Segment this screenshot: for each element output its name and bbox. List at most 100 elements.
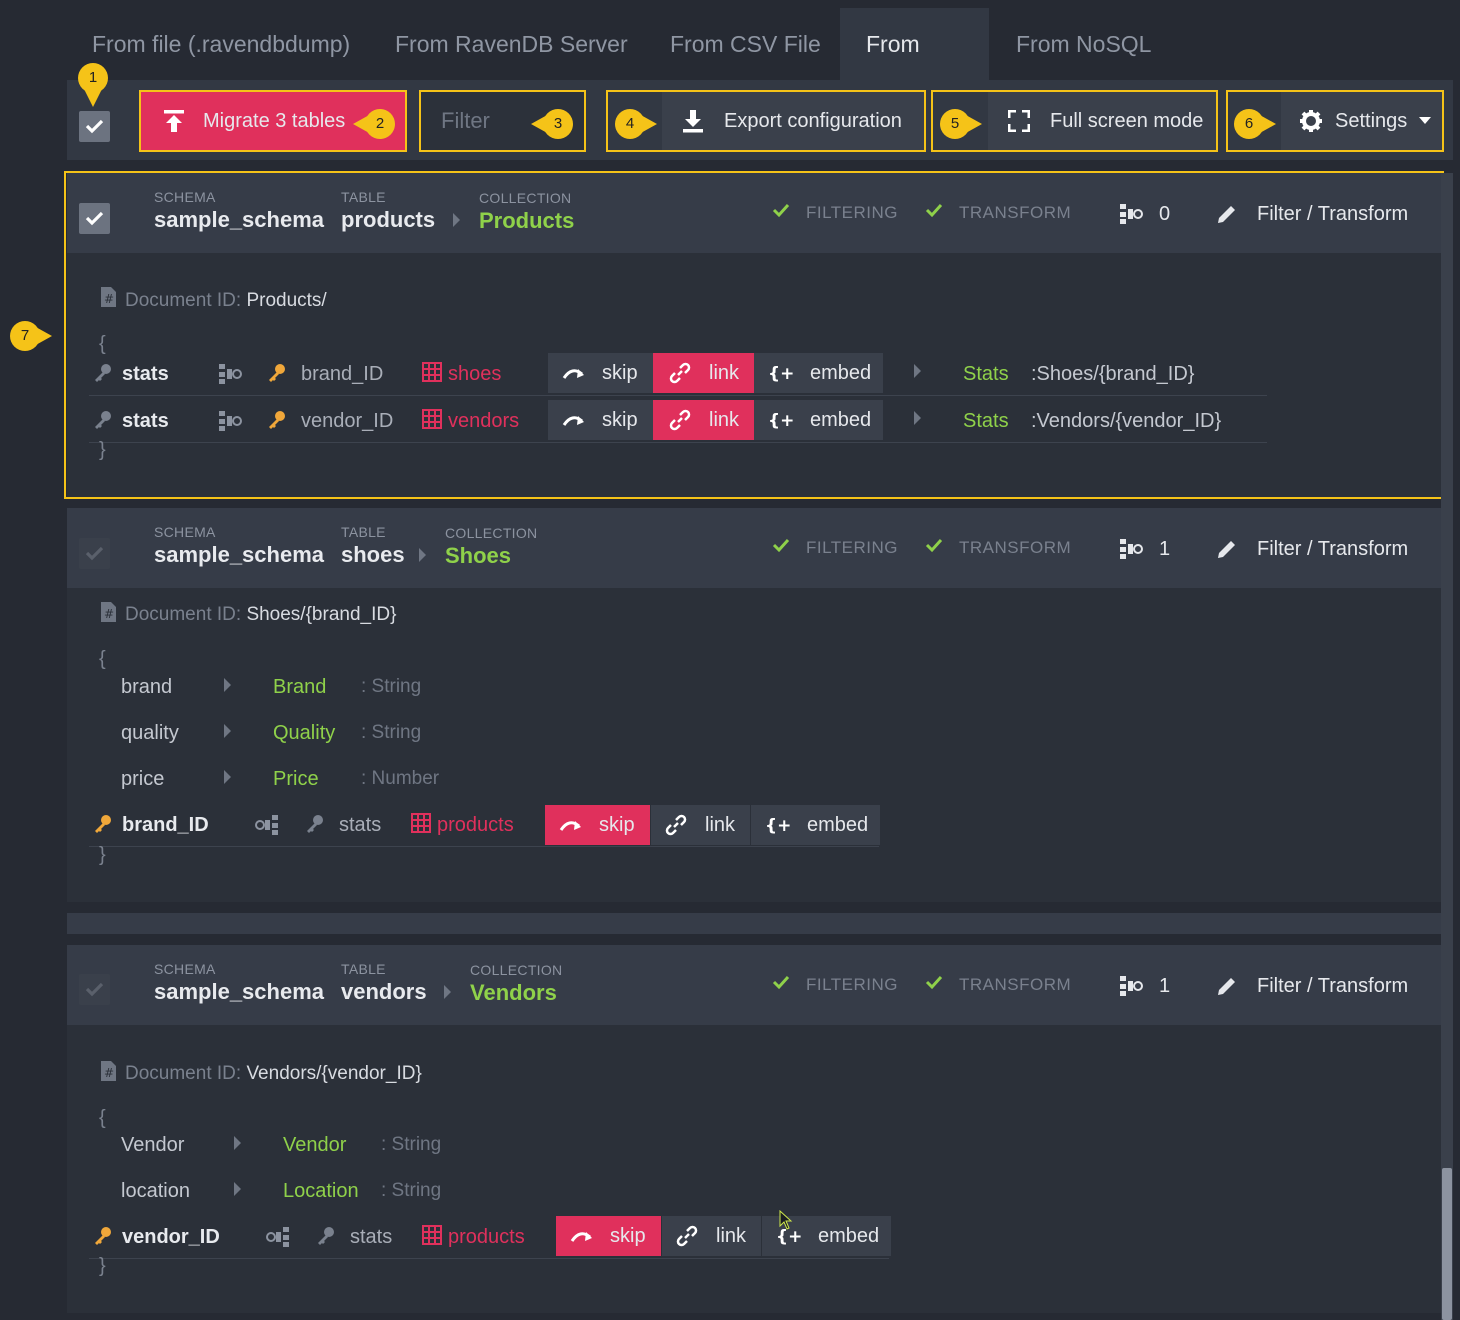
table-checkbox[interactable]: [79, 538, 110, 569]
skip-label: skip: [602, 361, 638, 384]
marker-4: 4: [615, 109, 657, 139]
svg-text:{+}: {+}: [768, 411, 794, 430]
link-button[interactable]: link: [651, 805, 750, 845]
filter-transform-button[interactable]: Filter / Transform: [1257, 975, 1408, 998]
field-property[interactable]: Price: [273, 768, 319, 791]
skip-button[interactable]: skip: [556, 1216, 661, 1256]
tree-icon: [266, 1227, 289, 1247]
link-icon: [669, 362, 691, 384]
triangle-right-icon: [914, 364, 921, 378]
field-property[interactable]: Location: [283, 1180, 359, 1203]
select-all-checkbox[interactable]: [79, 111, 110, 142]
check-icon: [925, 203, 943, 218]
relation-count: 0: [1159, 203, 1171, 225]
field-column: location: [121, 1180, 190, 1202]
relation-count: 1: [1159, 538, 1171, 560]
link-button[interactable]: link: [662, 1216, 761, 1256]
triangle-right-icon: [224, 678, 231, 692]
tab-from-file[interactable]: From file (.ravendbdump): [66, 8, 376, 80]
link-button[interactable]: link: [653, 353, 754, 393]
tab-from-csv-file[interactable]: From CSV File: [644, 8, 847, 80]
document-id: Document ID: Shoes/{brand_ID}: [125, 604, 397, 625]
skip-label: skip: [599, 813, 635, 836]
relation-column: brand_ID: [301, 363, 384, 385]
link-icon: [665, 814, 687, 836]
tab-from-nosql[interactable]: From NoSQL: [990, 8, 1177, 80]
triangle-right-icon: [419, 548, 426, 562]
schema-label: SCHEMA: [154, 189, 216, 205]
collection-name[interactable]: Vendors: [470, 980, 557, 1006]
triangle-right-icon: [224, 770, 231, 784]
triangle-right-icon: [224, 724, 231, 738]
document-id: Document ID: Products/: [125, 290, 327, 311]
filtering-status: FILTERING: [806, 203, 899, 222]
relation-column: stats: [339, 814, 382, 836]
document-id: Document ID: Vendors/{vendor_ID}: [125, 1063, 422, 1084]
collection-name[interactable]: Products: [479, 208, 574, 234]
relation-property[interactable]: Stats: [963, 363, 1009, 386]
check-icon: [772, 975, 790, 990]
link-label: link: [705, 813, 736, 836]
field-property[interactable]: Quality: [273, 722, 335, 745]
scrollbar-track[interactable]: [1441, 173, 1453, 1320]
table-header: SCHEMA sample_schema TABLE products COLL…: [67, 173, 1441, 253]
check-icon: [85, 546, 104, 561]
tab-from-ravendb-server[interactable]: From RavenDB Server: [369, 8, 654, 80]
skip-button[interactable]: skip: [545, 805, 650, 845]
row-divider: [89, 1258, 889, 1259]
marker-1: 1: [78, 63, 108, 107]
link-button[interactable]: link: [653, 400, 754, 440]
check-icon: [925, 538, 943, 553]
pencil-icon: [1218, 206, 1235, 223]
field-property[interactable]: Brand: [273, 676, 326, 699]
marker-3: 3: [531, 109, 573, 139]
key-icon: [95, 815, 111, 833]
check-icon: [772, 538, 790, 553]
table-name: vendors: [341, 979, 427, 1004]
relation-count: 1: [1159, 975, 1171, 997]
embed-button[interactable]: {+} embed: [754, 400, 883, 440]
cursor-icon: [779, 1210, 793, 1230]
relation-target-table: products: [437, 814, 514, 836]
embed-label: embed: [810, 408, 872, 431]
skip-arrow-icon: [570, 1232, 592, 1242]
collection-name[interactable]: Shoes: [445, 543, 511, 569]
brace-close: }: [99, 1255, 106, 1277]
scrollbar-thumb[interactable]: [1442, 1168, 1452, 1320]
field-type: : String: [381, 1134, 442, 1155]
tree-icon: [219, 364, 242, 384]
table-header: SCHEMA sample_schema TABLE shoes COLLECT…: [67, 508, 1441, 588]
marker-2: 2: [353, 109, 395, 139]
relation-name: vendor_ID: [122, 1226, 220, 1248]
brace-open: {: [99, 333, 106, 355]
tree-icon: [1120, 204, 1143, 224]
schema-label: SCHEMA: [154, 961, 216, 977]
skip-button[interactable]: skip: [548, 400, 653, 440]
embed-button[interactable]: {+} embed: [754, 353, 883, 393]
filtering-status: FILTERING: [806, 538, 899, 557]
table-checkbox[interactable]: [79, 203, 110, 234]
svg-text:{+}: {+}: [765, 816, 791, 835]
relation-property[interactable]: Stats: [963, 410, 1009, 433]
transform-status: TRANSFORM: [959, 975, 1072, 994]
link-icon: [676, 1225, 698, 1247]
embed-label: embed: [818, 1224, 880, 1247]
field-property[interactable]: Vendor: [283, 1134, 346, 1157]
filter-transform-button[interactable]: Filter / Transform: [1257, 538, 1408, 561]
brace-open: {: [99, 648, 106, 670]
table-label: TABLE: [341, 189, 386, 205]
relation-target-table: products: [448, 1226, 525, 1248]
table-checkbox[interactable]: [79, 974, 110, 1005]
marker-6: 6: [1234, 109, 1276, 139]
tab-from-sql[interactable]: From SQL: [840, 8, 989, 129]
relation-reference: :Vendors/{vendor_ID}: [1031, 410, 1222, 432]
tree-icon: [219, 411, 242, 431]
triangle-right-icon: [234, 1136, 241, 1150]
filter-transform-button[interactable]: Filter / Transform: [1257, 203, 1408, 226]
table-grid-icon: [422, 1225, 442, 1245]
embed-icon: {+}: [765, 816, 791, 835]
embed-label: embed: [807, 813, 869, 836]
embed-button[interactable]: {+} embed: [751, 805, 880, 845]
skip-button[interactable]: skip: [548, 353, 653, 393]
row-divider: [89, 846, 879, 847]
